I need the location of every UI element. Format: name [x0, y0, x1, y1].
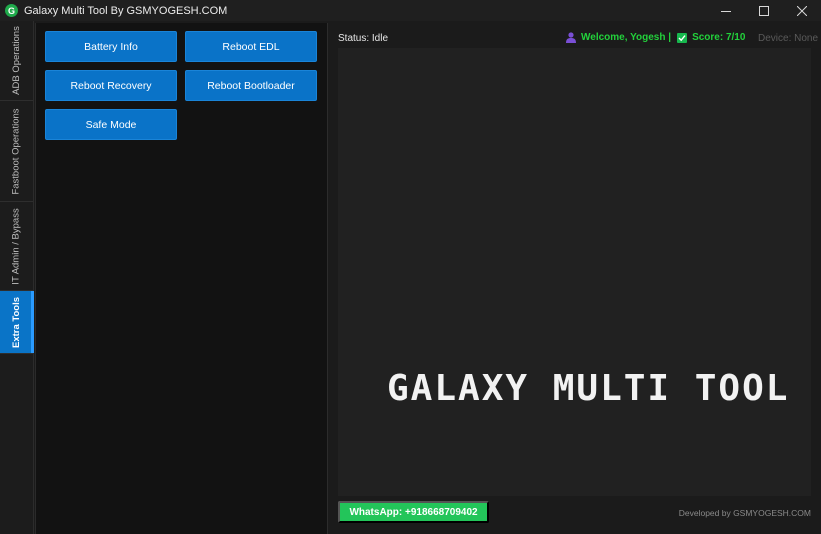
- tab-adb-operations[interactable]: ADB Operations: [0, 21, 33, 101]
- actions-panel: Battery Info Reboot EDL Reboot Recovery …: [35, 23, 328, 534]
- tab-fastboot-operations[interactable]: Fastboot Operations: [0, 101, 33, 202]
- developer-credit: Developed by GSMYOGESH.COM: [678, 508, 811, 518]
- window-controls: [707, 0, 821, 21]
- tab-extra-tools[interactable]: Extra Tools: [0, 291, 34, 354]
- maximize-icon[interactable]: [745, 0, 783, 21]
- app-logo-icon: G: [5, 4, 18, 17]
- welcome-bar: Welcome, Yogesh | Score: 7/10: [566, 32, 745, 43]
- window-title: Galaxy Multi Tool By GSMYOGESH.COM: [24, 4, 228, 17]
- score-text: Score: 7/10: [692, 32, 746, 43]
- tab-strip: ADB Operations Fastboot Operations IT Ad…: [0, 21, 34, 534]
- safe-mode-button[interactable]: Safe Mode: [45, 109, 177, 140]
- tab-label: ADB Operations: [11, 26, 22, 95]
- main-area: Status: Idle Welcome, Yogesh | Score: 7/…: [329, 21, 821, 534]
- tab-it-admin-bypass[interactable]: IT Admin / Bypass: [0, 202, 33, 291]
- tab-label: Fastboot Operations: [11, 107, 23, 195]
- battery-info-button[interactable]: Battery Info: [45, 31, 177, 62]
- reboot-bootloader-button[interactable]: Reboot Bootloader: [185, 70, 317, 101]
- log-output[interactable]: [338, 48, 811, 496]
- welcome-text: Welcome, Yogesh |: [581, 32, 672, 43]
- reboot-recovery-button[interactable]: Reboot Recovery: [45, 70, 177, 101]
- close-icon[interactable]: [783, 0, 821, 21]
- tab-label: Extra Tools: [11, 296, 22, 348]
- tab-label: IT Admin / Bypass: [11, 207, 23, 285]
- minimize-icon[interactable]: [707, 0, 745, 21]
- reboot-edl-button[interactable]: Reboot EDL: [185, 31, 317, 62]
- app-banner: GALAXY MULTI TOOL: [387, 368, 790, 409]
- check-icon: [677, 32, 688, 43]
- status-text: Status: Idle: [338, 33, 389, 44]
- title-bar: G Galaxy Multi Tool By GSMYOGESH.COM: [0, 0, 821, 21]
- whatsapp-button[interactable]: WhatsApp: +918668709402: [338, 501, 489, 523]
- user-icon: [566, 32, 576, 43]
- device-status: Device: None: [758, 33, 819, 44]
